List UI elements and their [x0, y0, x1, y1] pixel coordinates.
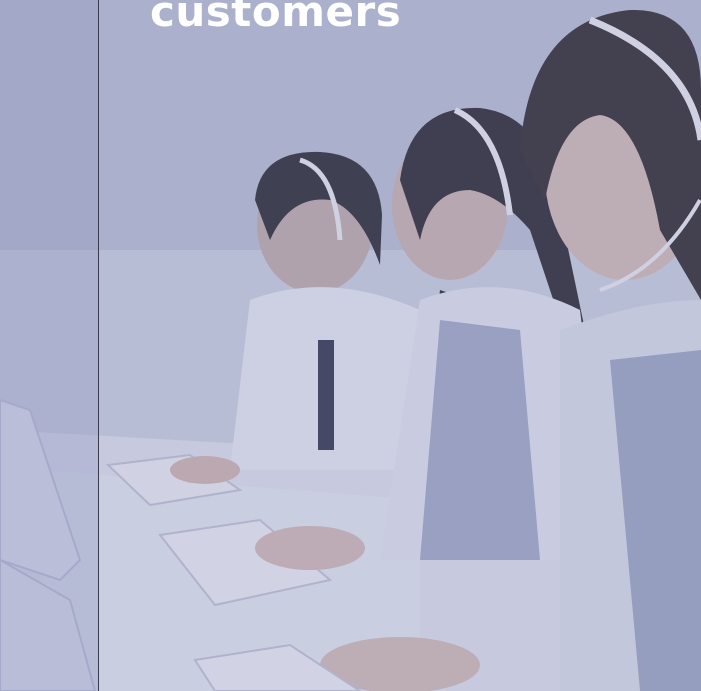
call-center-photo: [0, 0, 701, 691]
hero-section: customers: [0, 0, 701, 691]
hero-headline: customers: [150, 0, 402, 36]
vertical-divider: [98, 0, 99, 691]
left-panel: [0, 0, 98, 691]
